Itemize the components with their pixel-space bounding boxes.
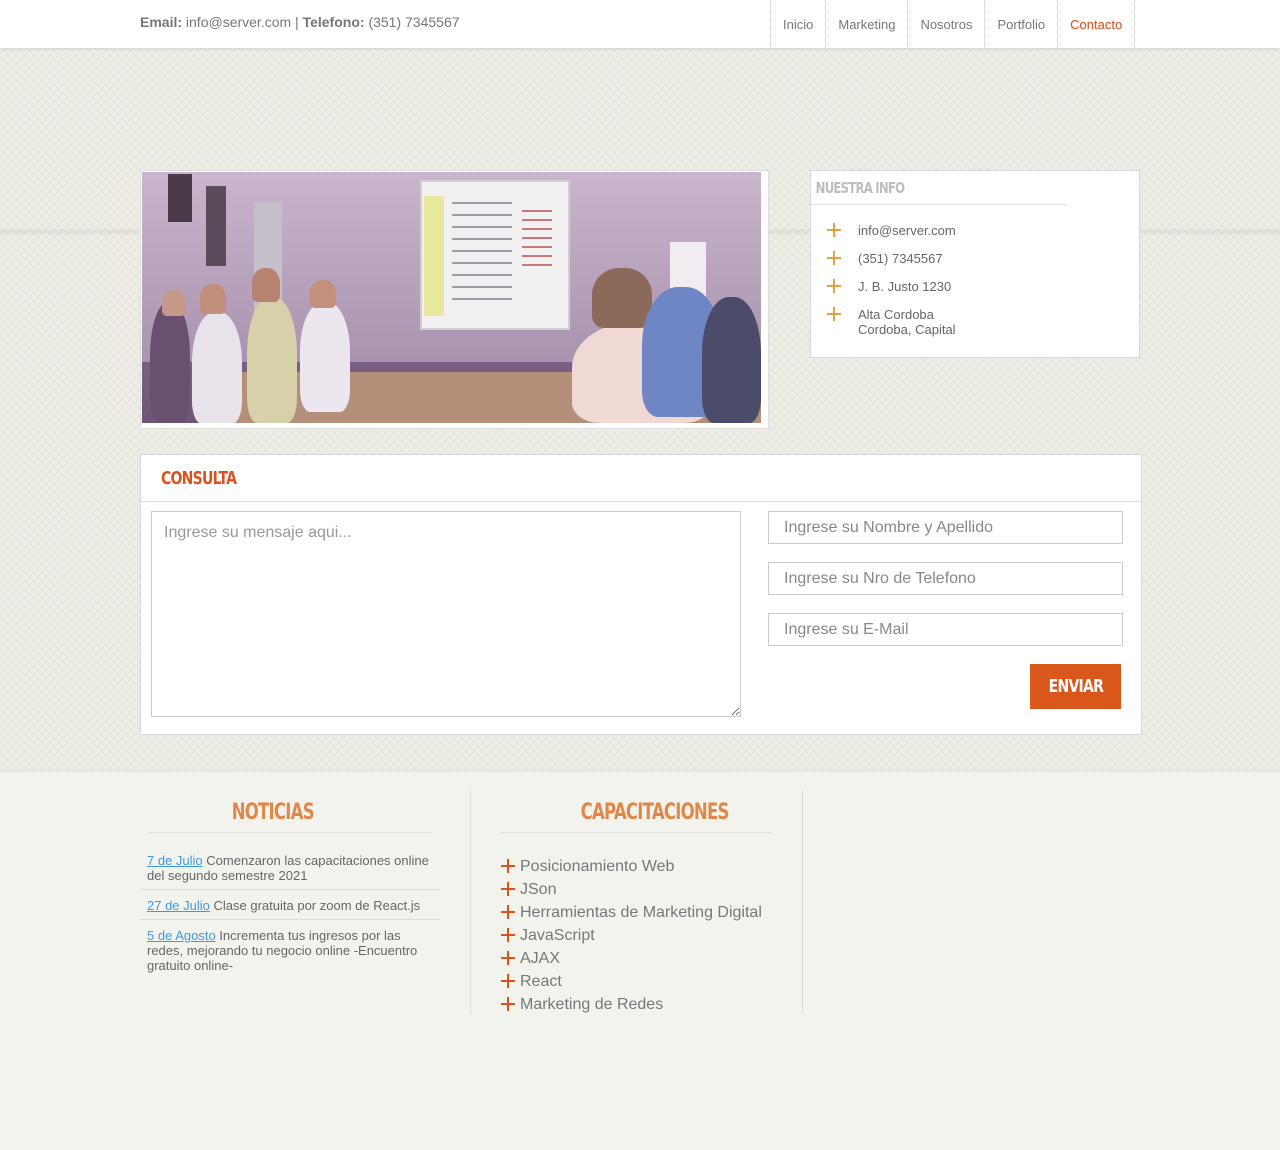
capacitaciones-title: Capacitaciones [520,800,790,825]
noticias-rule [148,832,432,833]
info-phone-text: (351) 7345567 [858,251,943,266]
capacitacion-item[interactable]: React [501,970,762,993]
consulta-form: CONSULTA ENVIAR [140,454,1142,735]
name-input[interactable] [768,511,1123,544]
news-date-link[interactable]: 27 de Julio [147,898,210,913]
meeting-photo-frame [140,170,769,429]
noticias-title: Noticias [140,800,405,825]
news-date-link[interactable]: 7 de Julio [147,853,203,868]
capacitacion-item[interactable]: Marketing de Redes [501,993,762,1016]
info-region-text: Cordoba, Capital [858,322,956,337]
meeting-photo [142,172,761,423]
info-phone: (351) 7345567 [827,251,1139,266]
info-street-text: J. B. Justo 1230 [858,279,952,294]
phone-label: Telefono: [302,14,365,30]
plus-icon [501,974,515,988]
plus-icon [501,905,515,919]
capacitacion-item[interactable]: AJAX [501,947,762,970]
nav-marketing[interactable]: Marketing [826,0,909,48]
plus-icon [501,928,515,942]
news-list: 7 de Julio Comenzaron las capacitaciones… [140,850,440,979]
column-divider [802,790,803,1014]
email-value: info@server.com [185,14,292,30]
capacitacion-label: JavaScript [520,927,595,944]
news-item: 5 de Agosto Incrementa tus ingresos por … [140,920,440,979]
phone-input[interactable] [768,562,1123,595]
capacitacion-label: Marketing de Redes [520,996,664,1013]
consulta-title: CONSULTA [161,468,237,489]
info-email: info@server.com [827,223,1139,238]
consulta-header: CONSULTA [141,455,1141,502]
news-date-link[interactable]: 5 de Agosto [147,928,216,943]
news-item: 27 de Julio Clase gratuita por zoom de R… [140,890,440,920]
capacitaciones-title-text: Capacitaciones [581,800,730,825]
plus-icon [501,997,515,1011]
capacitacion-item[interactable]: Posicionamiento Web [501,855,762,878]
header-contact: Email: info@server.com | Telefono: (351)… [140,14,460,30]
capacitacion-label: Herramientas de Marketing Digital [520,904,762,921]
email-label: Email: [140,14,183,30]
plus-icon [501,859,515,873]
capacitacion-label: AJAX [520,950,561,967]
send-button[interactable]: ENVIAR [1030,664,1121,709]
info-city: Alta Cordoba Cordoba, Capital [827,307,1139,337]
main-nav: Inicio Marketing Nosotros Portfolio Cont… [770,0,1136,48]
news-text: Clase gratuita por zoom de React.js [213,898,421,913]
capacitaciones-rule [500,832,772,833]
info-list: info@server.com (351) 7345567 J. B. Just… [811,205,1139,337]
capacitacion-item[interactable]: JavaScript [501,924,762,947]
phone-value: (351) 7345567 [368,14,460,30]
send-label: ENVIAR [1048,676,1103,697]
capacitacion-item[interactable]: Herramientas de Marketing Digital [501,901,762,924]
nuestra-info-box: Nuestra Info info@server.com (351) 73455… [810,170,1140,358]
top-bar: Email: info@server.com | Telefono: (351)… [0,0,1280,48]
capacitacion-label: Posicionamiento Web [520,858,675,875]
info-city-text: Alta Cordoba [858,307,934,322]
nav-nosotros[interactable]: Nosotros [908,0,986,48]
plus-icon [501,882,515,896]
plus-icon [501,951,515,965]
nav-portfolio[interactable]: Portfolio [985,0,1059,48]
capacitacion-label: React [520,973,562,990]
message-textarea[interactable] [151,511,741,717]
info-street: J. B. Justo 1230 [827,279,1139,294]
noticias-title-text: Noticias [231,800,314,825]
column-divider [470,790,471,1014]
nav-inicio[interactable]: Inicio [771,0,827,48]
capacitacion-label: JSon [520,881,557,898]
plus-icon [827,223,841,237]
capacitaciones-list: Posicionamiento Web JSon Herramientas de… [501,855,762,1016]
separator: | [295,14,299,30]
info-title: Nuestra Info [811,171,1067,205]
news-item: 7 de Julio Comenzaron las capacitaciones… [140,850,440,890]
email-input[interactable] [768,613,1123,646]
plus-icon [827,307,841,321]
plus-icon [827,251,841,265]
plus-icon [827,279,841,293]
nav-contacto[interactable]: Contacto [1058,0,1136,48]
capacitacion-item[interactable]: JSon [501,878,762,901]
info-email-text: info@server.com [858,223,956,238]
